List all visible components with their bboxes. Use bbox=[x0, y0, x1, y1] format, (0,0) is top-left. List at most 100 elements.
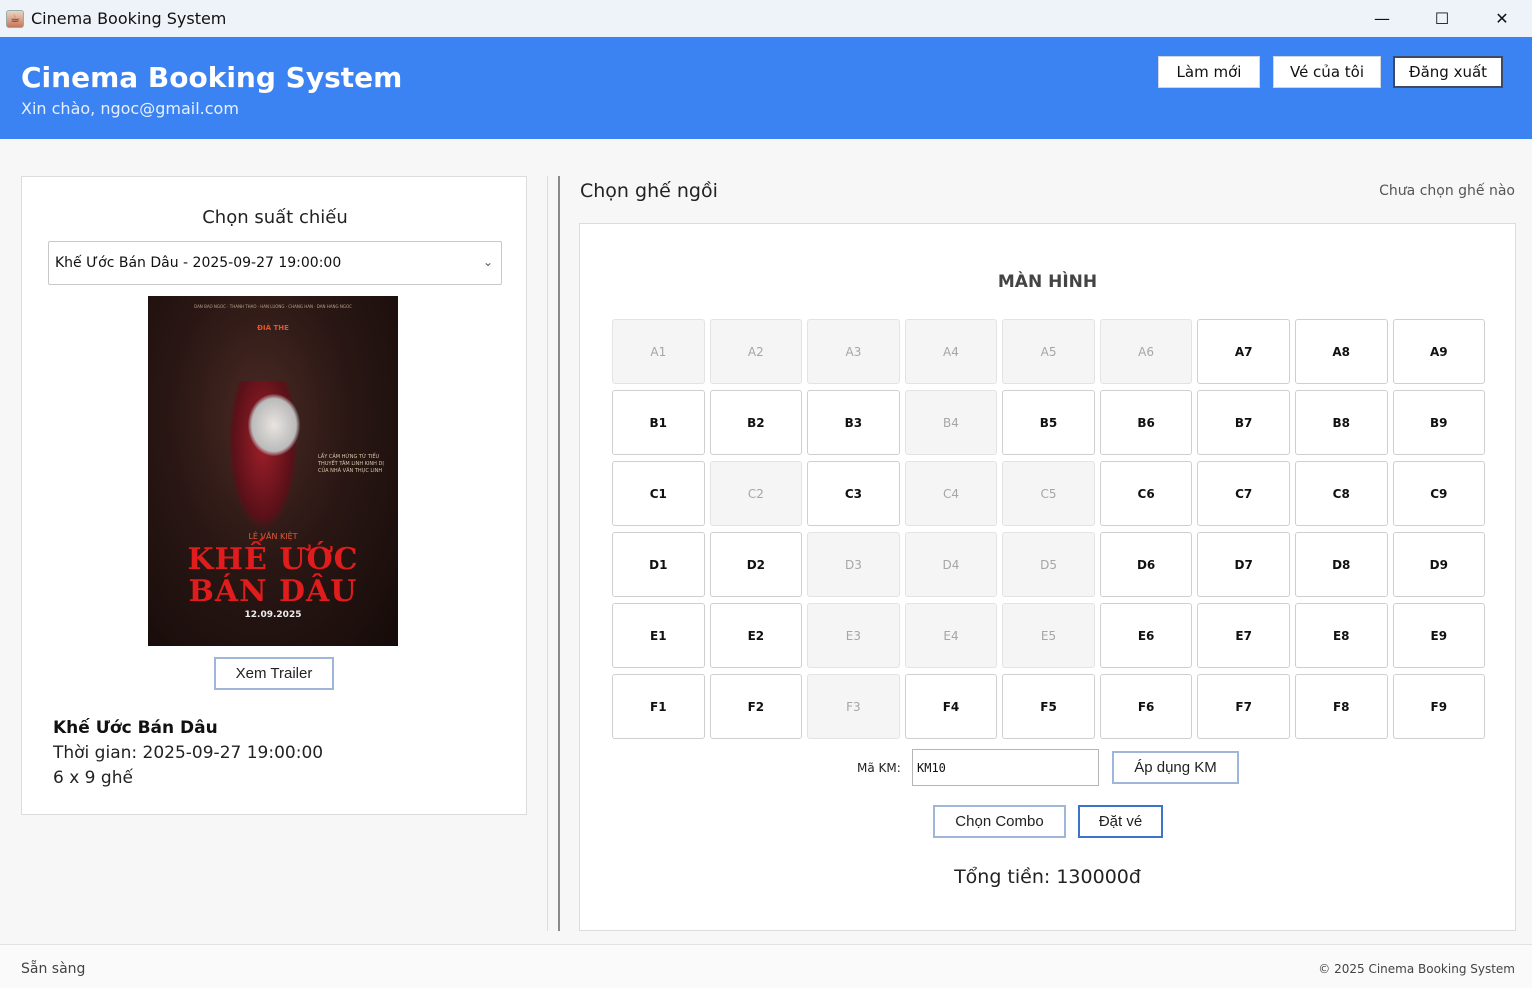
seat-b9[interactable]: B9 bbox=[1392, 390, 1486, 455]
movie-poster: DAN BAO NGOC · THANH THAO · HAN LUONG · … bbox=[148, 296, 398, 646]
seat-map-panel: MÀN HÌNH A1 A2 A3 A4 A5 A6 A7 A8 A9 B1 B2 B3 B4 B5 B6 B… bbox=[579, 223, 1516, 931]
seat-a4: A4 bbox=[904, 319, 998, 384]
seat-row-c: C1 C2 C3 C4 C5 C6 C7 C8 C9 bbox=[612, 461, 1486, 526]
seat-b5[interactable]: B5 bbox=[1002, 390, 1095, 455]
seat-c8[interactable]: C8 bbox=[1294, 461, 1388, 526]
seat-d8[interactable]: D8 bbox=[1294, 532, 1388, 597]
promo-code-input[interactable]: KM10 bbox=[912, 749, 1099, 786]
seat-c3[interactable]: C3 bbox=[807, 461, 900, 526]
showtime-panel-title: Chọn suất chiếu bbox=[202, 207, 348, 228]
seat-a6: A6 bbox=[1099, 319, 1193, 384]
chevron-down-icon: ⌄ bbox=[482, 255, 493, 269]
seat-e2[interactable]: E2 bbox=[709, 603, 803, 668]
seat-e7[interactable]: E7 bbox=[1197, 603, 1290, 668]
seat-a3: A3 bbox=[807, 319, 900, 384]
panel-splitter[interactable] bbox=[547, 176, 561, 931]
seat-d3: D3 bbox=[807, 532, 900, 597]
seat-b8[interactable]: B8 bbox=[1294, 390, 1388, 455]
seat-row-d: D1 D2 D3 D4 D5 D6 D7 D8 D9 bbox=[612, 532, 1486, 597]
apply-promo-button[interactable]: Áp dụng KM bbox=[1112, 751, 1239, 784]
seat-d2[interactable]: D2 bbox=[709, 532, 803, 597]
seat-e1[interactable]: E1 bbox=[612, 603, 705, 668]
book-ticket-button[interactable]: Đặt vé bbox=[1078, 805, 1163, 838]
seat-row-e: E1 E2 E3 E4 E5 E6 E7 E8 E9 bbox=[612, 603, 1486, 668]
seat-a1: A1 bbox=[612, 319, 705, 384]
seat-b2[interactable]: B2 bbox=[709, 390, 803, 455]
seat-f9[interactable]: F9 bbox=[1392, 674, 1486, 739]
window-controls: — ☐ ✕ bbox=[1352, 0, 1532, 37]
seat-row-f: F1 F2 F3 F4 F5 F6 F7 F8 F9 bbox=[612, 674, 1486, 739]
app-title: Cinema Booking System bbox=[21, 61, 403, 94]
seat-layout-info: 6 x 9 ghế bbox=[53, 768, 133, 788]
copyright-text: © 2025 Cinema Booking System bbox=[1318, 962, 1515, 976]
seat-f8[interactable]: F8 bbox=[1294, 674, 1388, 739]
seat-b4: B4 bbox=[904, 390, 998, 455]
refresh-button[interactable]: Làm mới bbox=[1158, 56, 1260, 88]
poster-credits: DAN BAO NGOC · THANH THAO · HAN LUONG · … bbox=[194, 304, 352, 309]
user-greeting: Xin chào, ngoc@gmail.com bbox=[21, 99, 239, 118]
seat-e3: E3 bbox=[807, 603, 900, 668]
seat-d9[interactable]: D9 bbox=[1392, 532, 1486, 597]
seat-selection-heading: Chọn ghế ngồi bbox=[580, 180, 718, 202]
showtime-select-value: Khế Ước Bán Dâu - 2025-09-27 19:00:00 bbox=[55, 255, 342, 271]
java-cup-icon: ☕ bbox=[6, 9, 24, 28]
total-price: Tổng tiền: 130000đ bbox=[954, 866, 1141, 888]
movie-name: Khế Ước Bán Dâu bbox=[53, 718, 218, 738]
seat-b3[interactable]: B3 bbox=[807, 390, 900, 455]
seat-c9[interactable]: C9 bbox=[1392, 461, 1486, 526]
seat-d6[interactable]: D6 bbox=[1099, 532, 1193, 597]
seat-a5: A5 bbox=[1002, 319, 1095, 384]
seat-c6[interactable]: C6 bbox=[1099, 461, 1193, 526]
poster-veil bbox=[248, 394, 300, 456]
seat-b7[interactable]: B7 bbox=[1197, 390, 1290, 455]
status-text: Sẵn sàng bbox=[21, 961, 86, 977]
seat-c1[interactable]: C1 bbox=[612, 461, 705, 526]
seat-c7[interactable]: C7 bbox=[1197, 461, 1290, 526]
seat-b6[interactable]: B6 bbox=[1099, 390, 1193, 455]
poster-tagline: LẤY CẢM HỨNG TỪ TIỂU THUYẾT TÂM LINH KIN… bbox=[318, 454, 384, 474]
poster-studio: ĐIÀ THE bbox=[257, 324, 289, 332]
poster-title: KHẾ ƯỚC BÁN DÂU bbox=[187, 542, 359, 609]
seat-f4[interactable]: F4 bbox=[904, 674, 998, 739]
screen-label: MÀN HÌNH bbox=[997, 272, 1098, 292]
seat-f5[interactable]: F5 bbox=[1002, 674, 1095, 739]
seat-row-a: A1 A2 A3 A4 A5 A6 A7 A8 A9 bbox=[612, 319, 1486, 384]
seat-grid: A1 A2 A3 A4 A5 A6 A7 A8 A9 B1 B2 B3 B4 B5 B6 B7 B8 B9 C1 C2… bbox=[612, 319, 1486, 745]
choose-combo-button[interactable]: Chọn Combo bbox=[933, 805, 1066, 838]
showtime-select[interactable]: Khế Ước Bán Dâu - 2025-09-27 19:00:00 ⌄ bbox=[48, 241, 502, 285]
seat-e8[interactable]: E8 bbox=[1294, 603, 1388, 668]
showtime-panel: Chọn suất chiếu Khế Ước Bán Dâu - 2025-0… bbox=[21, 176, 527, 815]
seat-f6[interactable]: F6 bbox=[1099, 674, 1193, 739]
seat-f7[interactable]: F7 bbox=[1197, 674, 1290, 739]
logout-button[interactable]: Đăng xuất bbox=[1393, 56, 1503, 88]
seat-a8[interactable]: A8 bbox=[1294, 319, 1388, 384]
seat-row-b: B1 B2 B3 B4 B5 B6 B7 B8 B9 bbox=[612, 390, 1486, 455]
seat-a7[interactable]: A7 bbox=[1197, 319, 1290, 384]
seat-b1[interactable]: B1 bbox=[612, 390, 705, 455]
seat-f2[interactable]: F2 bbox=[709, 674, 803, 739]
seat-f1[interactable]: F1 bbox=[612, 674, 705, 739]
poster-date: 12.09.2025 bbox=[244, 610, 302, 620]
seat-e6[interactable]: E6 bbox=[1099, 603, 1193, 668]
poster-director: LÊ VĂN KIỆT bbox=[248, 532, 298, 541]
seat-e4: E4 bbox=[904, 603, 998, 668]
watch-trailer-button[interactable]: Xem Trailer bbox=[214, 657, 334, 690]
seat-c4: C4 bbox=[904, 461, 998, 526]
seat-d1[interactable]: D1 bbox=[612, 532, 705, 597]
seat-a9[interactable]: A9 bbox=[1392, 319, 1486, 384]
maximize-icon[interactable]: ☐ bbox=[1412, 0, 1472, 37]
seat-a2: A2 bbox=[709, 319, 803, 384]
app-header: Cinema Booking System Xin chào, ngoc@gma… bbox=[0, 37, 1532, 139]
close-icon[interactable]: ✕ bbox=[1472, 0, 1532, 37]
seat-c2: C2 bbox=[709, 461, 803, 526]
seat-d7[interactable]: D7 bbox=[1197, 532, 1290, 597]
seat-c5: C5 bbox=[1002, 461, 1095, 526]
seat-e9[interactable]: E9 bbox=[1392, 603, 1486, 668]
promo-code-label: Mã KM: bbox=[857, 761, 901, 775]
seat-f3: F3 bbox=[807, 674, 900, 739]
minimize-icon[interactable]: — bbox=[1352, 0, 1412, 37]
my-tickets-button[interactable]: Vé của tôi bbox=[1273, 56, 1381, 88]
seat-d5: D5 bbox=[1002, 532, 1095, 597]
seat-d4: D4 bbox=[904, 532, 998, 597]
selection-status: Chưa chọn ghế nào bbox=[1379, 183, 1515, 199]
